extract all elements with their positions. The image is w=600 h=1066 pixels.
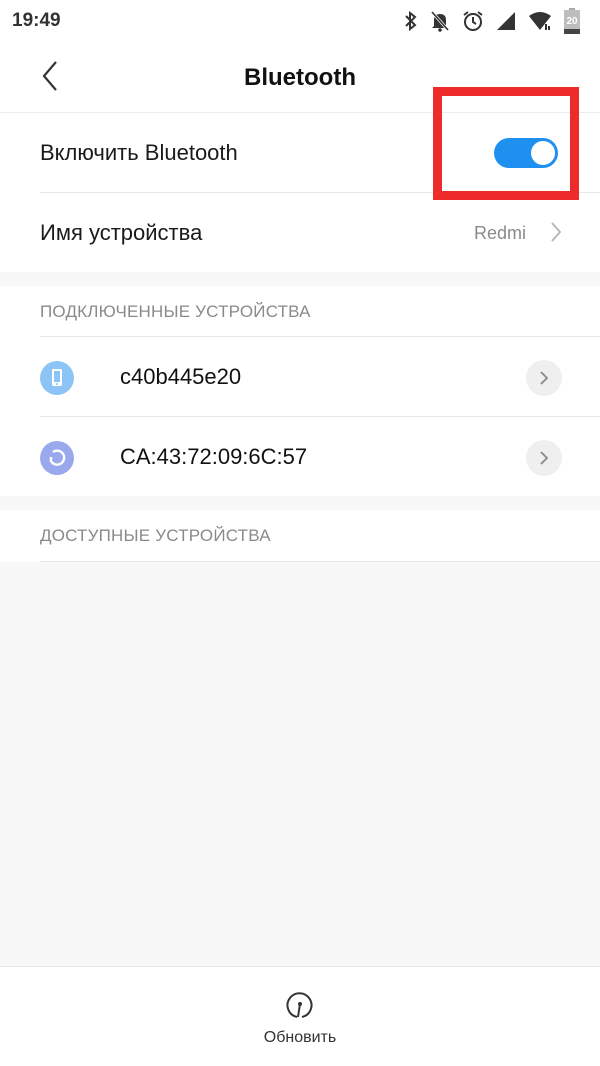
status-icons: 20 xyxy=(404,8,580,34)
refresh-label: Обновить xyxy=(263,1029,337,1046)
bell-off-icon xyxy=(430,10,450,32)
device-list-item[interactable]: CA:43:72:09:6C:57 xyxy=(0,417,600,497)
page-title: Bluetooth xyxy=(244,64,356,91)
sync-icon xyxy=(40,441,74,475)
device-name-label: Имя устройства xyxy=(40,220,203,245)
bluetooth-toggle[interactable] xyxy=(494,138,558,168)
battery-icon: 20 xyxy=(564,8,580,34)
bluetooth-icon xyxy=(404,10,418,32)
device-details-button[interactable] xyxy=(526,360,562,396)
header: Bluetooth xyxy=(0,44,600,112)
bottom-bar: Обновить xyxy=(0,966,600,1066)
toggle-knob xyxy=(531,141,555,165)
phone-icon xyxy=(40,361,74,395)
device-name-value: Redmi xyxy=(473,223,526,243)
divider xyxy=(40,561,600,562)
enable-bluetooth-row[interactable]: Включить Bluetooth xyxy=(0,113,600,193)
available-devices-section: ДОСТУПНЫЕ УСТРОЙСТВА xyxy=(0,510,600,562)
connected-devices-section: ПОДКЛЮЧЕННЫЕ УСТРОЙСТВА c40b445e20 CA:43… xyxy=(0,286,600,496)
device-name: CA:43:72:09:6C:57 xyxy=(120,444,308,469)
device-name: c40b445e20 xyxy=(120,364,242,389)
available-devices-header: ДОСТУПНЫЕ УСТРОЙСТВА xyxy=(40,526,271,545)
refresh-icon xyxy=(284,989,316,1026)
status-time: 19:49 xyxy=(12,10,61,31)
battery-level: 20 xyxy=(566,16,578,27)
bluetooth-settings-section: Включить Bluetooth Имя устройства Redmi xyxy=(0,112,600,272)
refresh-button[interactable]: Обновить xyxy=(240,985,360,1055)
status-bar: 19:49 20 xyxy=(0,0,600,44)
chevron-right-icon xyxy=(550,221,562,248)
wifi-icon xyxy=(528,11,552,31)
device-list-item[interactable]: c40b445e20 xyxy=(0,337,600,417)
device-details-button[interactable] xyxy=(526,440,562,476)
device-name-row[interactable]: Имя устройства Redmi xyxy=(0,193,600,273)
connected-devices-header: ПОДКЛЮЧЕННЫЕ УСТРОЙСТВА xyxy=(40,302,311,321)
enable-bluetooth-label: Включить Bluetooth xyxy=(40,140,238,165)
signal-icon xyxy=(496,11,516,31)
alarm-icon xyxy=(462,10,484,32)
